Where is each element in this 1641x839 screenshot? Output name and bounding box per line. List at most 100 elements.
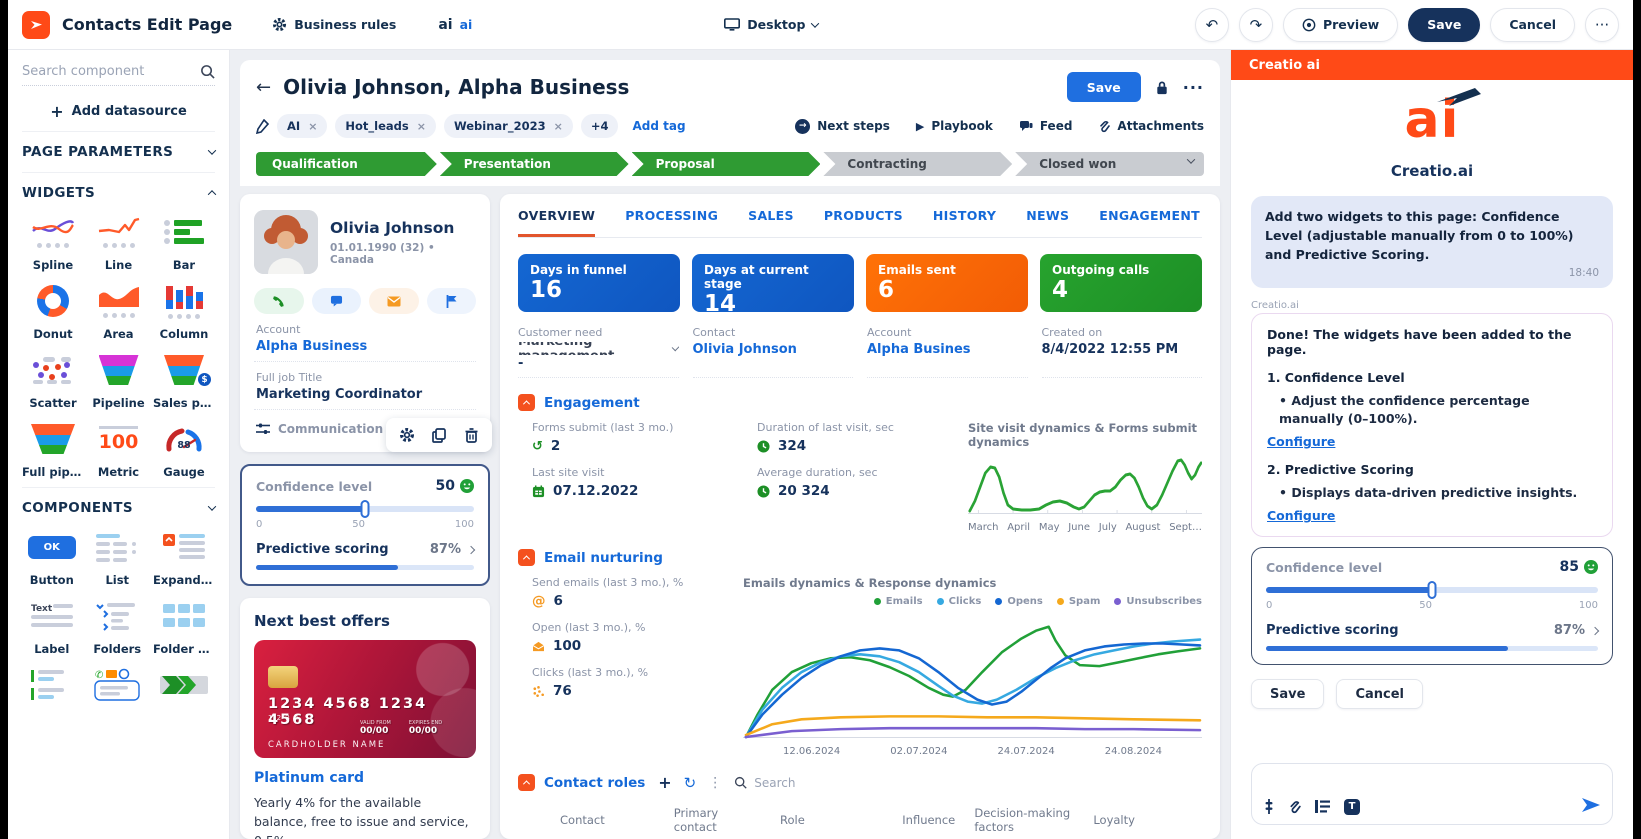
email-button[interactable] [369,288,419,314]
widget-bar[interactable]: Bar [153,213,215,272]
tab-engagement[interactable]: ENGAGEMENT [1099,208,1200,237]
component-timeline[interactable] [22,666,82,704]
component-label[interactable]: Text Label [22,597,82,656]
prompt-library-icon[interactable] [1264,799,1274,814]
flag-button[interactable] [427,288,477,314]
tab-history[interactable]: HISTORY [933,208,996,237]
roles-search[interactable]: Search [734,776,795,790]
job-title-field[interactable]: Full job Title Marketing Coordinator [254,362,476,410]
component-expanded[interactable]: Expanded… [153,528,215,587]
device-selector[interactable]: Desktop [724,17,818,32]
confidence-slider[interactable] [256,506,474,512]
creatio-logo-icon[interactable] [22,11,50,39]
undo-button[interactable]: ↶ [1195,8,1229,42]
widget-column[interactable]: Column [153,282,215,341]
tab-sales[interactable]: SALES [748,208,794,237]
configure-link[interactable]: Configure [1267,434,1335,449]
tab-products[interactable]: PRODUCTS [824,208,903,237]
section-page-parameters[interactable]: PAGE PARAMETERS [22,131,215,172]
widget-spline[interactable]: Spline [22,213,84,272]
more-button[interactable]: ··· [1585,8,1619,42]
business-rules-button[interactable]: Business rules [272,17,396,32]
component-communication-options[interactable]: ✆ [88,666,148,704]
stage-dropdown-icon[interactable] [1187,155,1195,163]
text-format-icon[interactable]: T [1344,799,1360,815]
chevron-right-icon[interactable] [1591,627,1599,635]
widget-scatter[interactable]: Scatter [22,351,84,410]
collapse-icon[interactable] [518,394,535,411]
lock-icon[interactable] [1155,80,1169,95]
slider-handle[interactable] [361,500,370,518]
customer-need-field[interactable]: Customer need Marketing management - [518,326,679,378]
more-tags-chip[interactable]: +4 [581,114,619,138]
remove-tag-icon[interactable]: × [308,120,317,133]
add-datasource-button[interactable]: + Add datasource [22,102,215,121]
section-components[interactable]: COMPONENTS [22,487,215,528]
ai-save-button[interactable]: Save [1251,679,1324,709]
search-input[interactable] [22,64,200,79]
edit-tags-icon[interactable] [256,119,269,134]
component-folders[interactable]: Folders [88,597,148,656]
metric-days-at-stage[interactable]: Days at current stage 14 [692,254,854,312]
account-field-main[interactable]: Account Alpha Busines [867,326,1028,378]
stage-closed-won[interactable]: Closed won [1015,152,1204,176]
widget-metric[interactable]: 100 Metric [90,420,147,479]
tag-chip[interactable]: Hot_leads× [335,114,436,138]
ai-confidence-widget-preview[interactable]: Confidence level 85 0 50 100 [1251,547,1613,665]
metric-days-in-funnel[interactable]: Days in funnel 16 [518,254,680,312]
cancel-button[interactable]: Cancel [1490,8,1575,42]
remove-tag-icon[interactable]: × [417,120,426,133]
redo-button[interactable]: ↷ [1239,8,1273,42]
tab-processing[interactable]: PROCESSING [625,208,718,237]
stage-presentation[interactable]: Presentation [440,152,629,176]
attachments-button[interactable]: Attachments [1098,119,1204,133]
ai-message-input-box[interactable]: T [1251,763,1613,825]
add-row-button[interactable]: + [658,773,671,792]
widget-delete-button[interactable] [458,423,484,447]
widget-sales-pipeline[interactable]: $ Sales pipe… [153,351,215,410]
playbook-button[interactable]: ▶ Playbook [916,119,993,133]
widget-settings-button[interactable] [394,423,420,447]
send-button[interactable] [1582,797,1600,816]
remove-tag-icon[interactable]: × [554,120,563,133]
section-widgets[interactable]: WIDGETS [22,172,215,213]
stage-qualification[interactable]: Qualification [256,152,437,176]
widget-full-pipeline[interactable]: Full pipeli… [22,420,84,479]
preview-button[interactable]: Preview [1283,8,1398,42]
ai-toolbar-button[interactable]: ai ai [438,17,472,33]
template-icon[interactable] [1315,800,1330,813]
ai-message-input[interactable] [1264,772,1600,797]
call-button[interactable] [254,288,304,314]
record-save-button[interactable]: Save [1067,72,1141,102]
stage-proposal[interactable]: Proposal [632,152,821,176]
configure-link[interactable]: Configure [1267,508,1335,523]
refresh-button[interactable]: ↻ [684,774,697,792]
kebab-menu-button[interactable]: ⋮ [708,775,722,791]
metric-outgoing-calls[interactable]: Outgoing calls 4 [1040,254,1202,312]
collapse-icon[interactable] [518,549,535,566]
attachment-icon[interactable] [1288,799,1301,814]
tag-chip[interactable]: Webinar_2023× [444,114,573,138]
widget-pipeline[interactable]: Pipeline [90,351,147,410]
ai-cancel-button[interactable]: Cancel [1336,679,1423,709]
tab-overview[interactable]: OVERVIEW [518,208,595,237]
offer-link[interactable]: Platinum card [254,770,476,786]
back-arrow-icon[interactable]: ← [256,77,271,98]
record-more-button[interactable]: ··· [1183,78,1204,97]
confidence-slider[interactable] [1266,587,1598,593]
account-link[interactable]: Alpha Business [256,339,474,354]
component-folder-manager[interactable]: Folder m… [153,597,215,656]
next-steps-button[interactable]: → Next steps [795,119,890,134]
chat-button[interactable] [312,288,362,314]
widget-copy-button[interactable] [426,423,452,447]
metric-emails-sent[interactable]: Emails sent 6 [866,254,1028,312]
widget-gauge[interactable]: 88 Gauge [153,420,215,479]
feed-button[interactable]: Feed [1019,119,1073,133]
created-on-field[interactable]: Created on 8/4/2022 12:55 PM [1042,326,1203,378]
component-button[interactable]: OK Button [22,528,82,587]
chevron-right-icon[interactable] [467,545,475,553]
widget-line[interactable]: Line [90,213,147,272]
stage-contracting[interactable]: Contracting [823,152,1012,176]
widget-donut[interactable]: Donut [22,282,84,341]
slider-handle[interactable] [1428,581,1437,599]
